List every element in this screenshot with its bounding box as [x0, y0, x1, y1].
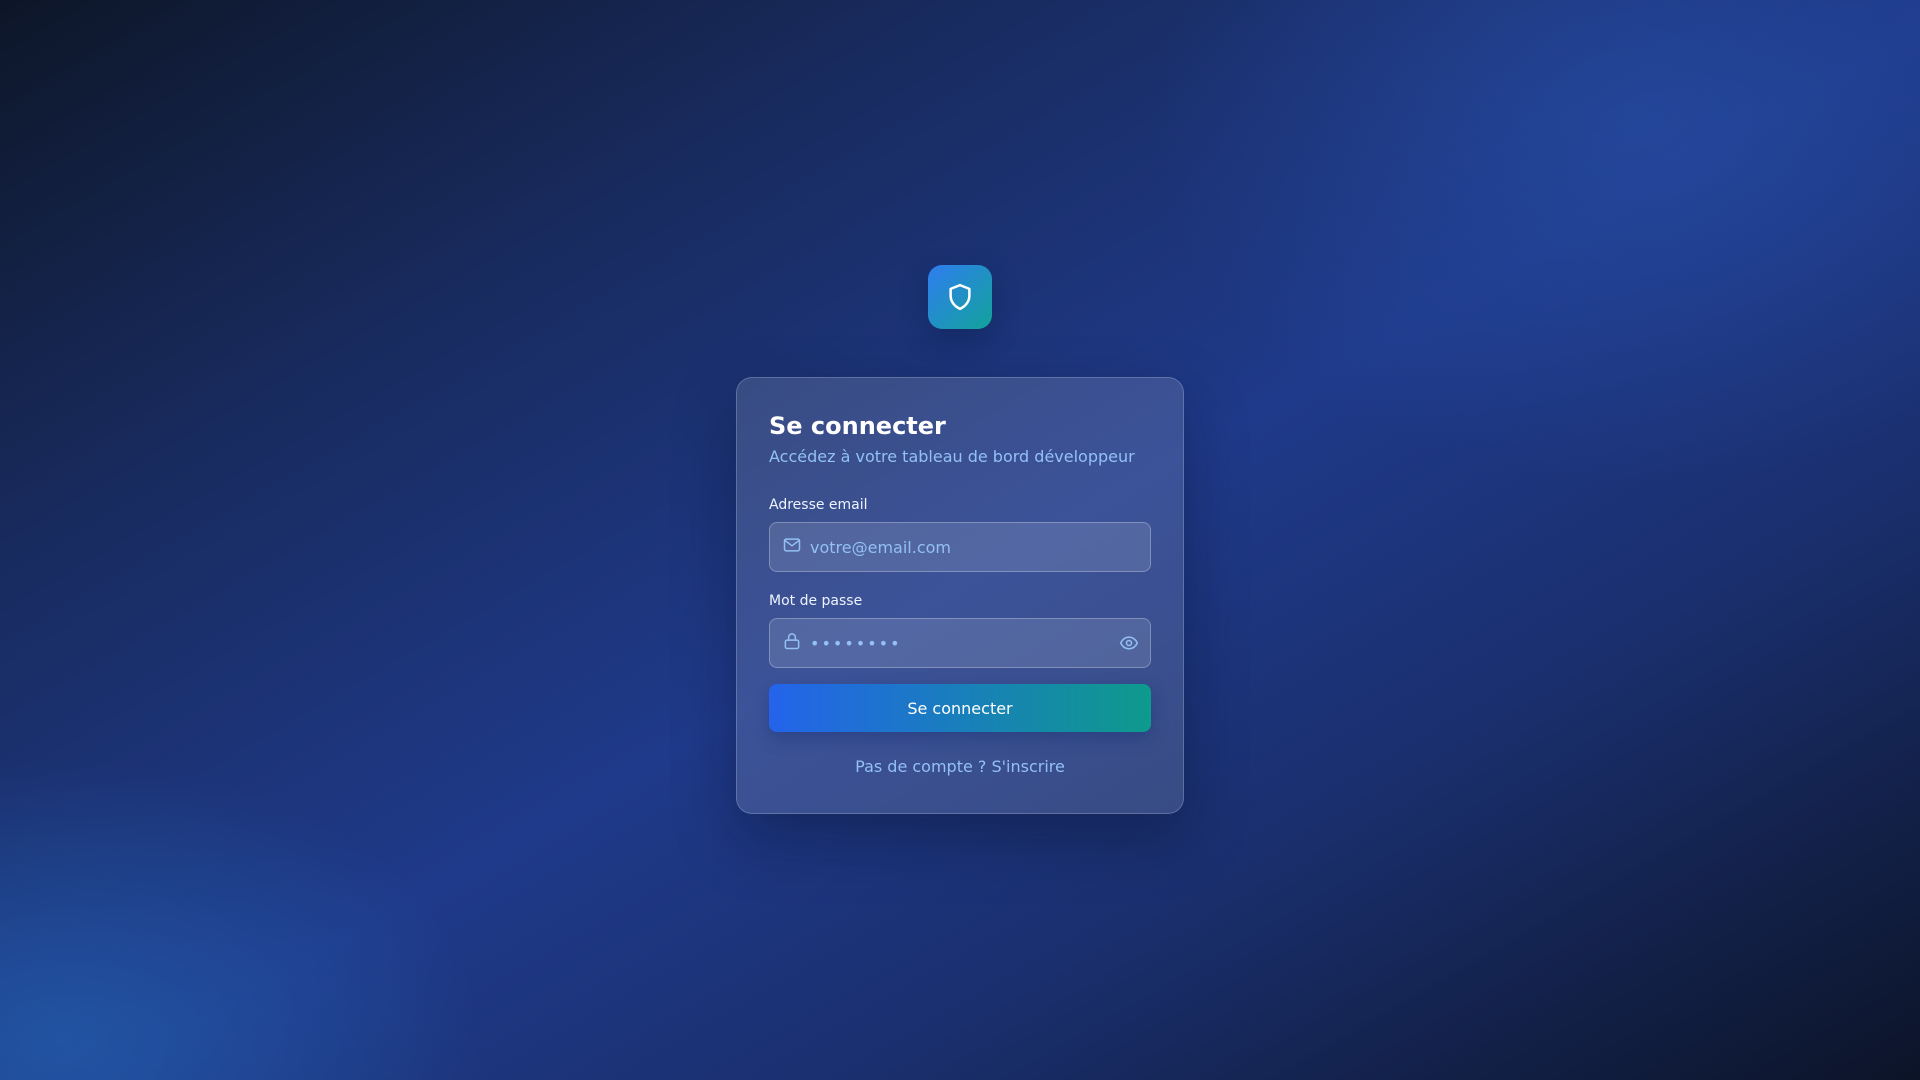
password-field-wrapper	[769, 618, 1151, 668]
eye-icon	[1119, 636, 1139, 650]
toggle-password-visibility-button[interactable]	[1118, 632, 1140, 654]
login-card: Se connecter Accédez à votre tableau de …	[736, 377, 1184, 814]
shield-icon	[949, 283, 971, 311]
app-logo	[928, 265, 992, 329]
email-field-wrapper	[769, 522, 1151, 572]
password-label: Mot de passe	[769, 593, 863, 609]
email-label: Adresse email	[769, 497, 868, 513]
email-input[interactable]	[810, 523, 1106, 571]
signup-link[interactable]: Pas de compte ? S'inscrire	[855, 757, 1065, 776]
password-input[interactable]	[810, 619, 1106, 667]
page-subtitle: Accédez à votre tableau de bord développ…	[769, 447, 1135, 466]
signup-prompt: Pas de compte ? S'inscrire	[769, 756, 1151, 778]
page-title: Se connecter	[769, 412, 946, 440]
lock-icon	[784, 633, 800, 650]
login-submit-button[interactable]: Se connecter	[769, 684, 1151, 732]
mail-icon	[783, 538, 801, 552]
